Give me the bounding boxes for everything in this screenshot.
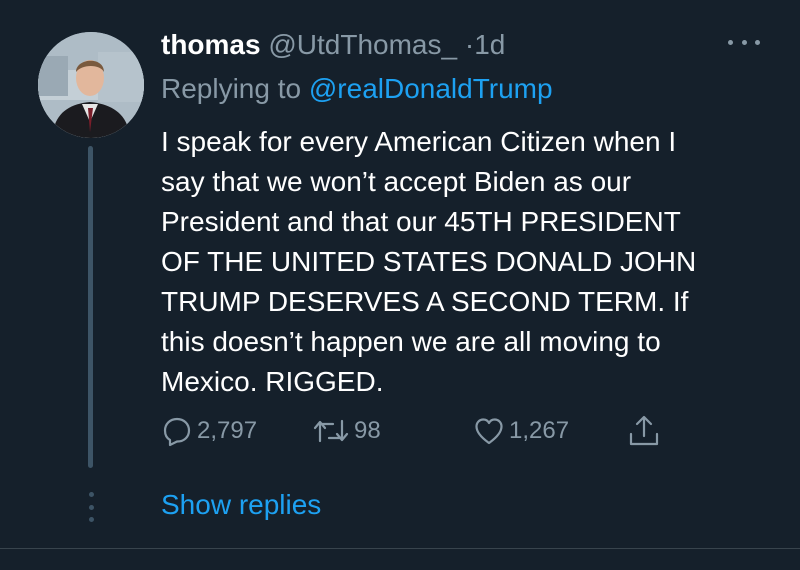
retweet-button[interactable]: 98 [312, 414, 381, 448]
retweet-icon [313, 419, 349, 443]
reply-bubble-icon [163, 417, 191, 447]
heart-icon [475, 418, 503, 445]
show-replies-link[interactable]: Show replies [161, 488, 321, 522]
reply-count: 2,797 [197, 417, 258, 444]
thread-more-dots-icon [86, 492, 96, 522]
divider [0, 548, 800, 549]
tweet-text-line: say that we won’t accept Biden as our [161, 166, 632, 197]
more-horizontal-icon[interactable] [728, 34, 760, 50]
retweet-count: 98 [354, 417, 381, 444]
tweet-text-line: Mexico. RIGGED. [161, 366, 384, 397]
display-name[interactable]: thomas [161, 29, 261, 60]
tweet-text-line: President and that our 45TH PRESIDENT [161, 206, 681, 237]
tweet-time[interactable]: 1d [474, 29, 505, 60]
separator: · [464, 29, 475, 60]
replying-to-mention[interactable]: @realDonaldTrump [309, 73, 553, 104]
share-button[interactable] [627, 414, 661, 448]
tweet-text: I speak for every American Citizen when … [161, 122, 761, 402]
tweet-text-line: I speak for every American Citizen when … [161, 126, 677, 157]
share-icon [629, 415, 659, 446]
tweet-text-line: TRUMP DESERVES A SECOND TERM. If [161, 286, 689, 317]
user-handle[interactable]: @UtdThomas_ [268, 29, 457, 60]
reply-button[interactable]: 2,797 [161, 414, 257, 448]
avatar[interactable] [38, 32, 144, 138]
replying-to: Replying to @realDonaldTrump [161, 72, 553, 106]
tweet-text-line: OF THE UNITED STATES DONALD JOHN [161, 246, 697, 277]
avatar-photo [38, 32, 144, 138]
like-button[interactable]: 1,267 [473, 414, 569, 448]
tweet-text-line: this doesn’t happen we are all moving to [161, 326, 661, 357]
like-count: 1,267 [509, 417, 570, 444]
tweet-actions: 2,797 98 1,267 [0, 414, 800, 448]
tweet[interactable]: thomas @UtdThomas_ ·1d Replying to @real… [0, 0, 800, 570]
replying-prefix: Replying to [161, 73, 309, 104]
tweet-header: thomas @UtdThomas_ ·1d [161, 28, 505, 62]
